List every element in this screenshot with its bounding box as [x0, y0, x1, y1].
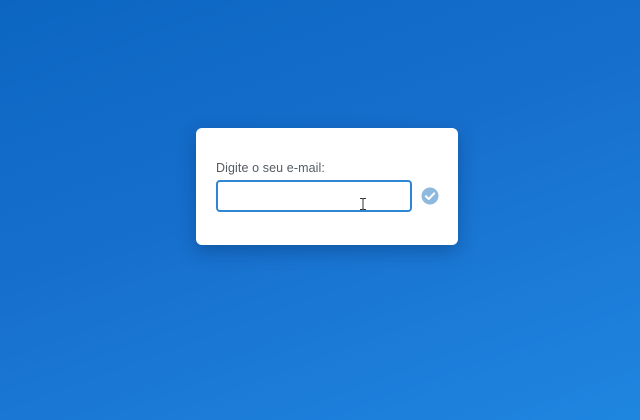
email-input-wrapper: [216, 180, 412, 212]
email-label: Digite o seu e-mail:: [216, 161, 325, 175]
email-card: Digite o seu e-mail:: [196, 128, 458, 245]
email-input[interactable]: [216, 180, 412, 212]
check-circle-icon[interactable]: [421, 187, 439, 205]
